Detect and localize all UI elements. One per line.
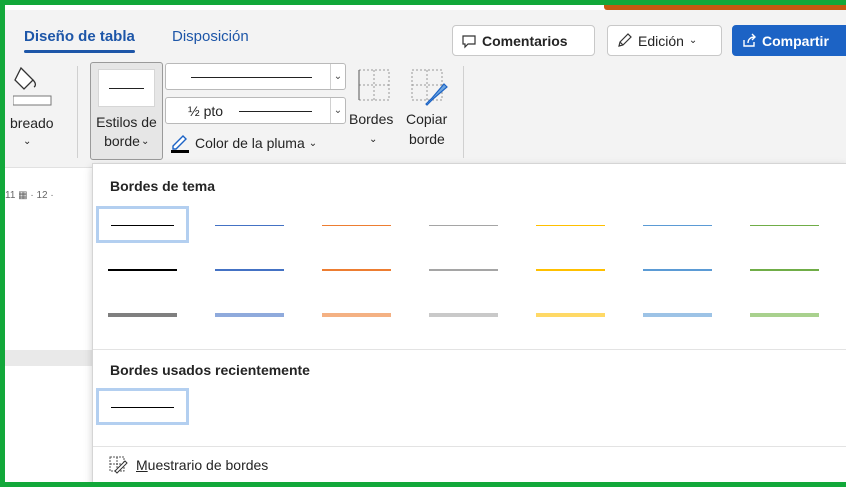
border-line-sample — [111, 406, 174, 408]
border-style-preview — [98, 69, 155, 107]
theme-border-swatch[interactable] — [96, 296, 189, 333]
border-line-sample — [215, 312, 284, 317]
painter-accesskey: M — [136, 457, 148, 473]
border-styles-gallery: Bordes de tema Bordes usados recientemen… — [92, 163, 846, 487]
comentarios-button[interactable]: Comentarios — [452, 25, 595, 56]
ribbon: breado ⌄ Estilos de borde ⌄ ⌄ ½ pto ⌄ Co… — [5, 60, 846, 168]
theme-border-swatch[interactable] — [524, 251, 617, 288]
separator — [463, 66, 464, 158]
pen-color-button[interactable]: Color de la pluma ⌄ — [169, 131, 317, 155]
border-line-sample — [643, 268, 712, 271]
border-line-sample — [322, 312, 391, 317]
border-line-sample — [111, 224, 174, 226]
border-line-sample — [643, 312, 712, 317]
border-line-sample — [429, 312, 498, 317]
divider — [93, 349, 846, 350]
divider — [93, 446, 846, 447]
tab-bar: Diseño de tabla Disposición Comentarios … — [5, 10, 846, 60]
theme-border-swatch[interactable] — [203, 296, 296, 333]
recent-borders-title: Bordes usados recientemente — [110, 362, 310, 378]
pencil-icon — [618, 33, 632, 47]
border-line-sample — [750, 224, 819, 226]
chevron-down-icon[interactable]: ⌄ — [23, 132, 31, 151]
border-painter-label: uestrario de bordes — [147, 457, 269, 473]
document-gap — [5, 350, 95, 366]
theme-border-swatch[interactable] — [738, 296, 831, 333]
chevron-down-icon[interactable]: ⌄ — [369, 130, 377, 149]
line-weight-sample — [239, 111, 312, 112]
compartir-button[interactable]: Compartir — [732, 25, 846, 56]
edicion-label: Edición — [638, 32, 684, 49]
line-style-sample — [191, 77, 312, 78]
separator — [77, 66, 78, 158]
border-line-sample — [429, 224, 498, 226]
paint-bucket-icon[interactable] — [13, 64, 53, 106]
comment-icon — [462, 34, 476, 48]
notification-banner — [604, 0, 846, 10]
theme-border-swatch[interactable] — [96, 251, 189, 288]
theme-border-swatch[interactable] — [417, 251, 510, 288]
estilos-de-borde-button[interactable]: Estilos de borde ⌄ — [90, 62, 163, 160]
border-line-sample — [536, 224, 605, 226]
copiar-label-line2[interactable]: borde — [409, 130, 445, 149]
theme-border-swatch[interactable] — [524, 296, 617, 333]
bordes-label[interactable]: Bordes — [349, 110, 393, 129]
borders-grid-icon[interactable] — [355, 66, 393, 104]
theme-border-swatch[interactable] — [738, 206, 831, 243]
theme-border-swatch[interactable] — [738, 251, 831, 288]
recent-border-swatch[interactable] — [96, 388, 189, 425]
border-sampler-icon — [109, 456, 128, 474]
chevron-down-icon: ⌄ — [141, 136, 150, 147]
theme-border-swatch[interactable] — [524, 206, 617, 243]
border-line-sample — [536, 268, 605, 271]
line-style-dropdown[interactable]: ⌄ — [165, 63, 346, 90]
border-painter-icon[interactable] — [408, 66, 450, 108]
border-line-sample — [108, 268, 177, 271]
line-weight-dropdown[interactable]: ½ pto ⌄ — [165, 97, 346, 124]
sombreado-label[interactable]: breado — [10, 114, 54, 133]
border-line-sample — [750, 268, 819, 271]
share-icon — [743, 33, 756, 47]
border-line-sample — [215, 268, 284, 271]
border-line-sample — [536, 312, 605, 317]
chevron-down-icon: ⌄ — [688, 35, 698, 46]
pen-color-label: Color de la pluma — [195, 135, 305, 151]
chevron-down-icon: ⌄ — [330, 98, 345, 123]
document-area[interactable] — [5, 168, 95, 458]
edicion-button[interactable]: Edición ⌄ — [607, 25, 722, 56]
border-line-sample — [429, 268, 498, 271]
tab-disposicion[interactable]: Disposición — [172, 28, 249, 45]
chevron-down-icon: ⌄ — [308, 137, 318, 149]
border-line-sample — [750, 312, 819, 317]
ruler-text: 11 ▦ · 12 · — [5, 190, 54, 201]
theme-border-swatch[interactable] — [417, 296, 510, 333]
theme-border-swatch[interactable] — [203, 251, 296, 288]
theme-border-swatch[interactable] — [96, 206, 189, 243]
border-line-sample — [108, 312, 177, 317]
theme-borders-title: Bordes de tema — [110, 178, 216, 194]
border-painter-button[interactable]: Muestrario de bordes — [108, 454, 268, 476]
copiar-label[interactable]: Copiar — [406, 110, 447, 129]
pen-icon — [171, 135, 189, 153]
border-line-sample — [643, 224, 712, 226]
theme-border-swatch[interactable] — [631, 206, 724, 243]
estilos-label-line1: Estilos de — [96, 114, 157, 130]
compartir-label: Compartir — [762, 32, 829, 49]
theme-border-swatch[interactable] — [310, 251, 403, 288]
border-line-sample — [322, 268, 391, 271]
chevron-down-icon: ⌄ — [330, 64, 345, 89]
tab-diseno-de-tabla[interactable]: Diseño de tabla — [24, 28, 135, 53]
border-line-sample — [215, 224, 284, 226]
border-line-sample — [322, 224, 391, 226]
theme-border-swatch[interactable] — [203, 206, 296, 243]
theme-border-swatch[interactable] — [631, 296, 724, 333]
theme-border-swatch[interactable] — [310, 206, 403, 243]
theme-border-swatch[interactable] — [310, 296, 403, 333]
line-weight-value: ½ pto — [188, 103, 224, 119]
theme-border-swatch[interactable] — [631, 251, 724, 288]
theme-border-swatch[interactable] — [417, 206, 510, 243]
comentarios-label: Comentarios — [482, 32, 568, 49]
